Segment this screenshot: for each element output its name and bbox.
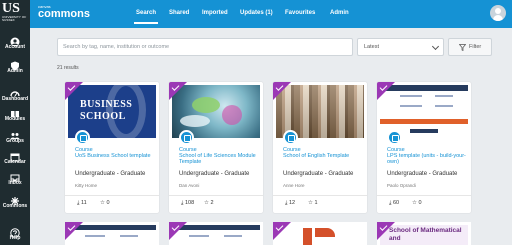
card-level: Undergraduate - Graduate [283,171,354,177]
modules-icon [10,106,20,117]
card-author: Paolo Oprandi [387,183,416,188]
course-icon [387,130,402,145]
course-icon [283,130,298,145]
nav-calendar[interactable]: Calendar [0,149,30,165]
card-divider [169,195,263,196]
results-count: 21 results [57,65,79,71]
download-count: ⤓ 11 [77,200,87,206]
card-divider [377,195,471,196]
nav-help[interactable]: Help [0,225,30,241]
filter-icon [459,44,466,51]
groups-icon [10,128,20,139]
tab-updates[interactable]: Updates (1) [240,10,273,16]
favourite-count: ☆ 0 [100,200,110,206]
nav-groups[interactable]: Groups [0,128,30,144]
nav-modules[interactable]: Modules [0,106,30,122]
logo-text: US [2,1,20,16]
sort-select[interactable]: Latest [357,38,444,56]
chevron-down-icon [431,42,440,51]
search-input[interactable]: Search by tag, name, institution or outc… [57,38,353,56]
course-icon [75,130,90,145]
resource-card[interactable]: School of Mathematical and [377,222,471,245]
card-level: Undergraduate - Graduate [387,171,458,177]
resource-card[interactable] [65,222,159,245]
card-author: Kitty Home [75,183,98,188]
resource-card[interactable] [273,222,367,245]
help-icon [10,225,20,238]
resource-card[interactable]: Course School of Life Sciences Module Te… [169,82,263,213]
card-title[interactable]: School of English Template [283,153,363,159]
selected-check-icon[interactable] [65,222,83,240]
resource-card[interactable] [169,222,263,245]
favourite-value: 2 [210,200,214,206]
commons-brand[interactable]: canvas commons [38,4,90,20]
nav-inbox[interactable]: Inbox [0,170,30,186]
selected-check-icon[interactable] [169,222,187,240]
card-divider [65,195,159,196]
card-title[interactable]: UoS Business School template [75,153,155,159]
download-value: 11 [80,200,87,206]
tab-shared[interactable]: Shared [169,10,189,16]
card-level: Undergraduate - Graduate [179,171,250,177]
selected-check-icon[interactable] [377,222,395,240]
favourite-count: ☆ 1 [308,200,318,206]
selected-check-icon[interactable] [377,82,395,100]
card-divider [273,195,367,196]
tab-favourites[interactable]: Favourites [285,10,315,16]
card-title[interactable]: LPS template (units - build-your-own) [387,153,467,165]
logo-subtext: UNIVERSITY OF SUSSEX [2,15,27,23]
resource-card[interactable]: Course School of English Template Underg… [273,82,367,213]
admin-icon [10,58,20,71]
thumbnail-text: BUSINESS SCHOOL [80,99,133,122]
commons-icon [10,193,20,205]
global-nav: US UNIVERSITY OF SUSSEX Account Admin Da… [0,0,30,245]
user-avatar[interactable] [490,5,506,21]
dashboard-icon [10,86,20,97]
university-logo[interactable]: US UNIVERSITY OF SUSSEX [2,2,29,32]
resource-card[interactable]: BUSINESS SCHOOL Course UoS Business Scho… [65,82,159,213]
download-value: 12 [288,200,296,206]
filter-button[interactable]: Filter [448,38,492,56]
favourite-value: 0 [418,200,422,206]
inbox-icon [10,170,20,182]
selected-check-icon[interactable] [65,82,83,100]
tab-admin[interactable]: Admin [330,10,349,16]
nav-dashboard[interactable]: Dashboard [0,86,30,102]
selected-check-icon[interactable] [273,222,291,240]
favourite-value: 0 [106,200,110,206]
filter-label: Filter [469,44,482,50]
card-author: Anne Hore [283,183,305,188]
search-placeholder: Search by tag, name, institution or outc… [63,44,170,50]
account-icon [10,34,20,47]
nav-commons[interactable]: Commons [0,193,30,209]
card-author: Dan Avoni [179,183,200,188]
download-value: 108 [184,200,195,206]
download-count: ⤓ 108 [181,200,195,206]
resource-card[interactable]: Course LPS template (units - build-your-… [377,82,471,213]
download-count: ⤓ 60 [389,200,400,206]
course-icon [179,130,194,145]
sort-value: Latest [364,44,379,50]
card-title[interactable]: School of Life Sciences Module Template [179,153,259,165]
favourite-count: ☆ 0 [412,200,422,206]
selected-check-icon[interactable] [169,82,187,100]
selected-check-icon[interactable] [273,82,291,100]
download-value: 60 [392,200,400,206]
thumbnail-text: School of Mathematical and [389,227,462,242]
commons-header: canvas commons Search Shared Imported Up… [30,0,512,28]
brand-title: commons [38,8,90,20]
nav-admin[interactable]: Admin [0,58,30,74]
tab-search[interactable]: Search [133,10,159,24]
calendar-icon [10,149,20,162]
nav-account[interactable]: Account [0,34,30,50]
card-level: Undergraduate - Graduate [75,171,146,177]
favourite-count: ☆ 2 [204,200,214,206]
tab-imported[interactable]: Imported [202,10,228,16]
favourite-value: 1 [314,200,318,206]
download-count: ⤓ 12 [285,200,296,206]
